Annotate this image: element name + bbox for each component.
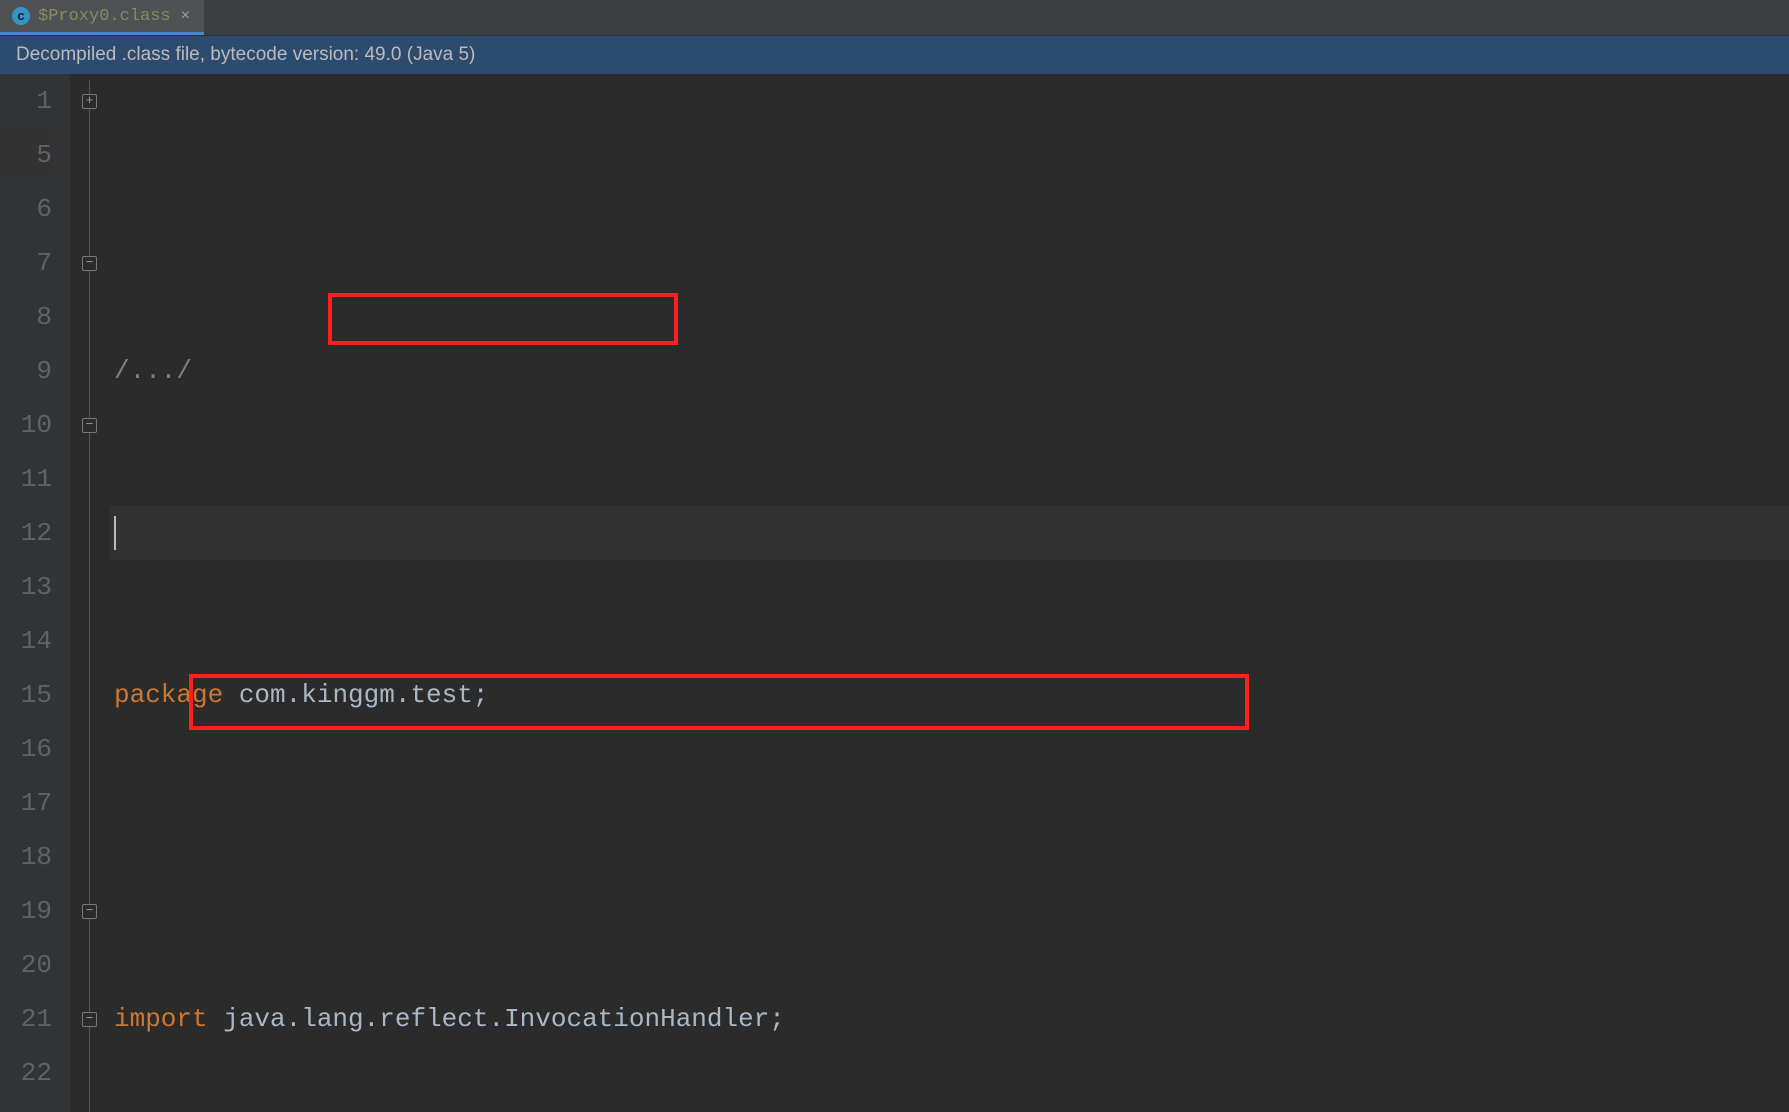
fold-collapse-icon[interactable]: −: [82, 418, 97, 433]
line-number: 6: [0, 182, 52, 236]
line-number: 13: [0, 560, 52, 614]
tab-bar: c $Proxy0.class ×: [0, 0, 1789, 36]
code-line: /.../: [110, 344, 1789, 398]
line-number: 16: [0, 722, 52, 776]
fold-expand-icon[interactable]: +: [82, 94, 97, 109]
line-number: 10: [0, 398, 52, 452]
code-line: [110, 830, 1789, 884]
line-number-gutter: 1 5 6 7 8 9 10 11 12 13 14 15 16 17 18 1…: [0, 74, 70, 1112]
text-cursor: [114, 516, 116, 550]
line-number: 11: [0, 452, 52, 506]
code-area[interactable]: /.../ package com.kinggm.test; import ja…: [110, 74, 1789, 1112]
class-file-icon: c: [12, 7, 30, 25]
highlight-annotation: [328, 293, 678, 345]
line-number: 18: [0, 830, 52, 884]
code-editor[interactable]: 1 5 6 7 8 9 10 11 12 13 14 15 16 17 18 1…: [0, 74, 1789, 1112]
line-number: 21: [0, 992, 52, 1046]
fold-collapse-icon[interactable]: −: [82, 256, 97, 271]
line-number: 12: [0, 506, 52, 560]
close-icon[interactable]: ×: [179, 7, 193, 25]
line-number: 17: [0, 776, 52, 830]
line-number: 1: [0, 74, 52, 128]
line-number: 7: [0, 236, 52, 290]
line-number: 15: [0, 668, 52, 722]
fold-collapse-icon[interactable]: −: [82, 904, 97, 919]
fold-guide-line: [89, 80, 90, 1112]
line-number: 9: [0, 344, 52, 398]
code-line: import java.lang.reflect.InvocationHandl…: [110, 992, 1789, 1046]
line-number: 14: [0, 614, 52, 668]
decompile-banner: Decompiled .class file, bytecode version…: [0, 36, 1789, 74]
line-number: 5: [0, 128, 52, 182]
fold-end-icon[interactable]: −: [82, 1012, 97, 1027]
code-line: package com.kinggm.test;: [110, 668, 1789, 722]
tab-label: $Proxy0.class: [38, 7, 171, 26]
line-number: 19: [0, 884, 52, 938]
line-number: 8: [0, 290, 52, 344]
fold-gutter: + − − − −: [70, 74, 110, 1112]
line-number: 20: [0, 938, 52, 992]
code-line: [110, 506, 1789, 560]
editor-tab[interactable]: c $Proxy0.class ×: [0, 0, 204, 35]
line-number: 22: [0, 1046, 52, 1100]
